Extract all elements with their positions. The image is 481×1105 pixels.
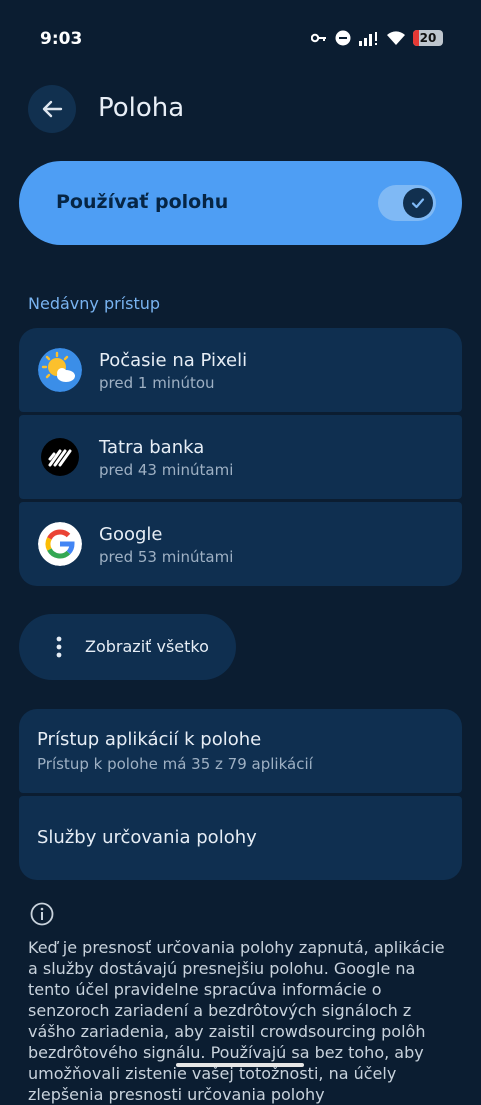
use-location-toggle-card[interactable]: Používať polohu bbox=[19, 161, 462, 245]
list-item[interactable]: Tatra banka pred 43 minútami bbox=[19, 415, 462, 499]
app-last-access: pred 53 minútami bbox=[99, 548, 234, 566]
info-icon bbox=[30, 902, 54, 926]
status-icons: 20 bbox=[311, 30, 443, 46]
app-location-access-subtitle: Prístup k polohe má 35 z 79 aplikácií bbox=[37, 755, 313, 773]
google-icon bbox=[38, 522, 82, 566]
location-settings-list: Prístup aplikácií k polohe Prístup k pol… bbox=[19, 709, 462, 883]
use-location-switch[interactable] bbox=[378, 185, 436, 221]
recent-apps-list: Počasie na Pixeli pred 1 minútou Tatra b… bbox=[19, 328, 462, 589]
tatra-banka-icon bbox=[41, 438, 79, 476]
recent-access-heading: Nedávny prístup bbox=[28, 294, 161, 313]
check-icon bbox=[411, 198, 425, 209]
status-bar: 9:03 20 bbox=[0, 0, 481, 80]
app-last-access: pred 1 minútou bbox=[99, 374, 215, 392]
app-name: Tatra banka bbox=[99, 437, 205, 458]
wifi-icon bbox=[387, 31, 405, 45]
use-location-label: Používať polohu bbox=[56, 191, 229, 213]
app-location-access-title: Prístup aplikácií k polohe bbox=[37, 729, 262, 750]
app-last-access: pred 43 minútami bbox=[99, 461, 234, 479]
switch-knob bbox=[403, 188, 433, 218]
show-all-button[interactable]: Zobraziť všetko bbox=[19, 614, 236, 680]
vpn-key-icon bbox=[311, 33, 326, 43]
more-vert-icon bbox=[56, 636, 62, 658]
list-item[interactable]: Počasie na Pixeli pred 1 minútou bbox=[19, 328, 462, 412]
page-title: Poloha bbox=[98, 93, 185, 123]
battery-level: 20 bbox=[419, 31, 437, 45]
app-location-access-item[interactable]: Prístup aplikácií k polohe Prístup k pol… bbox=[19, 709, 462, 793]
arrow-back-icon bbox=[42, 100, 63, 118]
app-name: Počasie na Pixeli bbox=[99, 350, 248, 371]
location-services-item[interactable]: Služby určovania polohy bbox=[19, 796, 462, 880]
app-name: Google bbox=[99, 524, 163, 545]
back-button[interactable] bbox=[28, 85, 76, 133]
list-item[interactable]: Google pred 53 minútami bbox=[19, 502, 462, 586]
gesture-navigation-handle[interactable] bbox=[176, 1063, 304, 1067]
battery-icon: 20 bbox=[413, 30, 443, 46]
status-time: 9:03 bbox=[40, 29, 83, 49]
weather-icon bbox=[38, 348, 82, 392]
cellular-signal-icon bbox=[359, 32, 377, 46]
do-not-disturb-icon bbox=[335, 30, 351, 46]
top-app-bar: Poloha bbox=[28, 85, 461, 135]
show-all-label: Zobraziť všetko bbox=[85, 637, 209, 656]
location-services-title: Služby určovania polohy bbox=[37, 827, 257, 848]
